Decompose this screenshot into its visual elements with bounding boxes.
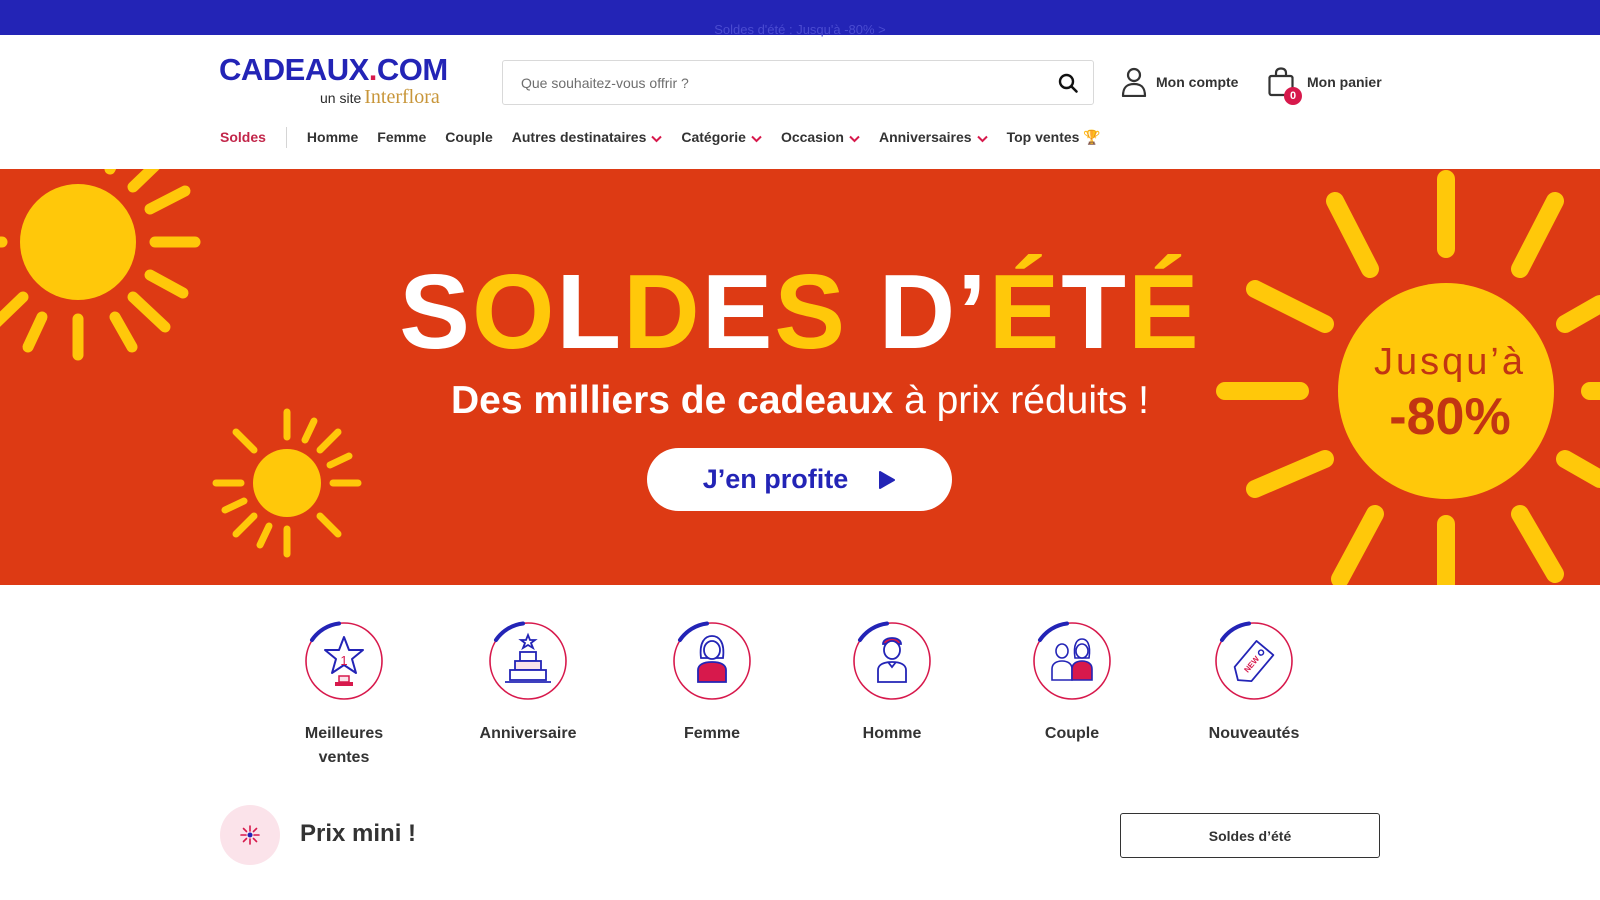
cart-link[interactable]: 0 Mon panier [1267, 66, 1382, 105]
category-icon-circle [1031, 620, 1113, 702]
account-label: Mon compte [1156, 74, 1239, 90]
category-label: Anniversaire [479, 725, 577, 742]
hero-promo-line2: -80% [1389, 388, 1511, 446]
cake-icon [505, 632, 551, 683]
search-icon[interactable] [1057, 72, 1079, 94]
chevron-down-icon [976, 135, 988, 142]
nav-item-femme[interactable]: Femme [377, 129, 426, 145]
chevron-down-icon [751, 135, 762, 142]
man-icon [877, 637, 907, 683]
site-logo[interactable]: CADEAUX.COM un site Interflora [219, 52, 469, 112]
account-link[interactable]: Mon compte [1121, 66, 1238, 98]
chevron-down-icon [651, 135, 663, 142]
category-icon-circle [851, 620, 933, 702]
nav-item-categorie[interactable]: Catégorie [681, 129, 762, 145]
nav-item-autres-destinataires[interactable]: Autres destinataires [512, 129, 663, 145]
svg-text:1: 1 [340, 653, 347, 668]
nav-item-homme[interactable]: Homme [307, 129, 358, 145]
nav-item-couple[interactable]: Couple [445, 129, 492, 145]
category-icon-circle [487, 620, 569, 702]
cart-label: Mon panier [1307, 74, 1382, 90]
nav-item-occasion[interactable]: Occasion [781, 129, 860, 145]
category-icon-circle [671, 620, 753, 702]
category-label: Couple [1044, 725, 1100, 742]
nav-divider [285, 126, 287, 148]
sun-small [212, 408, 362, 558]
hero-promo-line1: Jusqu’à [1374, 341, 1526, 383]
firework-icon [240, 825, 260, 845]
user-icon [1121, 67, 1147, 97]
new-tag-icon: NEW [1233, 640, 1275, 682]
category-couple[interactable]: Couple [997, 620, 1147, 746]
category-homme[interactable]: Homme [817, 620, 967, 746]
category-icon-circle: 1 [303, 620, 385, 702]
category-label: Nouveautés [1208, 725, 1300, 742]
category-label: Femme [683, 725, 741, 742]
logo-wordmark: CADEAUX.COM [219, 52, 448, 87]
cart-count-badge: 0 [1284, 87, 1302, 105]
category-shortcuts: 1 Meilleures ventes Anniversaire Femme H… [0, 620, 1600, 770]
nav-item-top-ventes[interactable]: Top ventes 🏆 [1007, 129, 1101, 146]
couple-icon [1051, 638, 1093, 681]
chevron-down-icon [849, 135, 860, 142]
section-title: Prix mini ! [300, 820, 417, 847]
search-box [502, 60, 1094, 105]
hero-banner[interactable]: SOLDES D’ÉTÉ Des milliers de cadeaux à p… [0, 169, 1600, 585]
woman-icon [697, 635, 727, 683]
category-femme[interactable]: Femme [637, 620, 787, 746]
trophy-star-icon: 1 [324, 636, 364, 686]
main-nav: Soldes Homme Femme Couple Autres destina… [220, 126, 1101, 148]
category-nouveautes[interactable]: NEW Nouveautés [1179, 620, 1329, 746]
hero-cta-button[interactable]: J’en profite [647, 448, 952, 511]
category-icon-circle: NEW [1213, 620, 1295, 702]
prix-mini-badge [220, 805, 280, 865]
promo-strip-text[interactable]: Soldes d'été : Jusqu'à -80% > [0, 22, 1600, 37]
cart-icon-wrap: 0 [1267, 67, 1302, 105]
search-input[interactable] [521, 73, 1041, 93]
nav-item-soldes[interactable]: Soldes [220, 129, 266, 145]
hero-cta-label: J’en profite [702, 464, 849, 494]
logo-tagline: un site Interflora [320, 86, 440, 108]
category-anniversaire[interactable]: Anniversaire [453, 620, 603, 746]
play-arrow-icon [879, 470, 896, 489]
soldes-ete-button[interactable]: Soldes d’été [1120, 813, 1380, 858]
category-meilleures-ventes[interactable]: 1 Meilleures ventes [269, 620, 419, 770]
category-label: Meilleures ventes [304, 725, 384, 766]
nav-item-anniversaires[interactable]: Anniversaires [879, 129, 988, 145]
promo-strip[interactable]: Soldes d'été : Jusqu'à -80% > [0, 0, 1600, 37]
category-label: Homme [862, 725, 922, 742]
